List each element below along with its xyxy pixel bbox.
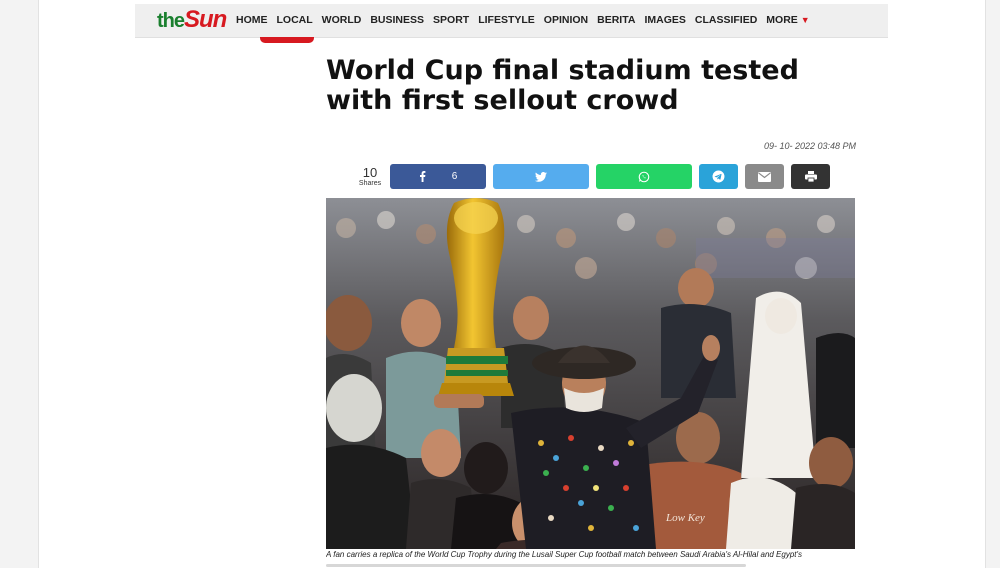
print-icon [804,171,817,182]
main-nav: HOME LOCAL WORLD BUSINESS SPORT LIFESTYL… [236,14,819,26]
nav-more-label: MORE [766,14,798,26]
photo-caption-cutoff-line [326,561,746,567]
twitter-share-button[interactable] [493,164,589,189]
facebook-icon [419,171,426,182]
section-indicator-tab [260,37,314,43]
nav-item-opinion[interactable]: OPINION [544,14,588,26]
headline-line-1: World Cup final stadium tested [326,55,799,86]
nav-item-home[interactable]: HOME [236,14,268,26]
nav-item-berita[interactable]: BERITA [597,14,635,26]
headline-line-2: with first sellout crowd [326,85,679,116]
telegram-share-button[interactable] [699,164,738,189]
share-count-label: Shares [358,180,382,187]
share-counter: 10 Shares [353,166,387,188]
nav-item-classified[interactable]: CLASSIFIED [695,14,757,26]
nav-item-world[interactable]: WORLD [322,14,362,26]
telegram-icon [712,170,725,183]
photo-caption: A fan carries a replica of the World Cup… [326,550,803,559]
nav-item-more[interactable]: MORE ▼ [766,14,809,26]
email-icon [758,171,771,182]
twitter-icon [535,171,547,182]
whatsapp-icon [638,171,650,183]
whatsapp-share-button[interactable] [596,164,692,189]
logo-part-sun: Sun [184,6,227,33]
facebook-share-count: 6 [451,171,458,182]
nav-item-local[interactable]: LOCAL [277,14,313,26]
share-count: 10 [362,165,378,180]
nav-item-business[interactable]: BUSINESS [370,14,424,26]
logo-part-the: the [157,10,185,32]
article-headline: World Cup final stadium tested with firs… [326,56,846,116]
nav-item-lifestyle[interactable]: LIFESTYLE [478,14,535,26]
facebook-share-button[interactable]: 6 [390,164,486,189]
email-share-button[interactable] [745,164,784,189]
nav-item-sport[interactable]: SPORT [433,14,469,26]
article-timestamp: 09- 10- 2022 03:48 PM [763,141,856,151]
fan-with-trophy-replica-image: Low Key [326,198,855,549]
triangle-down-icon: ▼ [800,15,810,25]
article-photo: Low Key [326,198,855,549]
shirt-print-text: Low Key [665,512,705,524]
thesun-logo[interactable]: theSun [157,6,227,34]
print-button[interactable] [791,164,830,189]
nav-item-images[interactable]: IMAGES [644,14,685,26]
